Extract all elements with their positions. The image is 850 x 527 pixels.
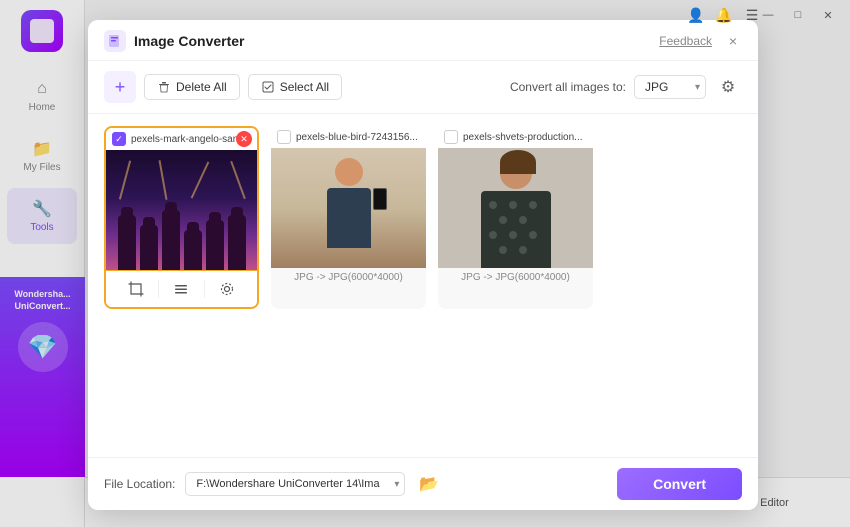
- concert-thumbnail: [106, 150, 257, 270]
- file-location-label: File Location:: [104, 477, 175, 491]
- add-image-button[interactable]: +: [104, 71, 136, 103]
- phone-thumbnail: [271, 148, 426, 268]
- polka-dot-10: [519, 246, 527, 254]
- light-beam-3: [191, 161, 210, 198]
- modal-feedback-close: Feedback ×: [659, 32, 742, 50]
- polka-dot-7: [509, 231, 517, 239]
- delete-all-button[interactable]: Delete All: [144, 74, 240, 100]
- image-card-2[interactable]: pexels-shvets-production...: [438, 126, 593, 309]
- convert-button[interactable]: Convert: [617, 468, 742, 500]
- modal-title: Image Converter: [134, 33, 244, 49]
- polka-thumbnail: [438, 148, 593, 268]
- modal-toolbar: + Delete All: [88, 61, 758, 114]
- figure-phone: [373, 188, 387, 210]
- modal-icon: [104, 30, 126, 52]
- select-all-button[interactable]: Select All: [248, 74, 342, 100]
- image-thumb-0: [106, 150, 257, 270]
- card-filename-2: pexels-shvets-production...: [463, 132, 587, 143]
- image-card-0[interactable]: ✓ pexels-mark-angelo-sam... ✕: [104, 126, 259, 309]
- feedback-link[interactable]: Feedback: [659, 34, 712, 48]
- polka-dot-6: [489, 231, 497, 239]
- select-all-label: Select All: [280, 80, 329, 94]
- polka-head: [500, 158, 532, 189]
- card-filename-1: pexels-blue-bird-7243156...: [296, 132, 420, 143]
- polka-dot-1: [489, 201, 497, 209]
- file-location-select-wrapper: F:\Wondershare UniConverter 14\Image Out…: [185, 472, 405, 496]
- figure-body: [327, 188, 371, 248]
- hand-4: [184, 230, 202, 270]
- settings-action-btn[interactable]: [205, 277, 249, 301]
- trash-icon: [157, 80, 171, 94]
- crop-action-btn[interactable]: [114, 277, 158, 301]
- polka-bg: [438, 148, 593, 268]
- images-grid: ✓ pexels-mark-angelo-sam... ✕: [88, 114, 758, 457]
- file-location-select[interactable]: F:\Wondershare UniConverter 14\Image Out…: [185, 472, 405, 496]
- modal-footer: File Location: F:\Wondershare UniConvert…: [88, 457, 758, 510]
- image-card-actions-0: [106, 270, 257, 307]
- card-checkbox-0[interactable]: ✓: [112, 132, 126, 146]
- image-card-header-0: ✓ pexels-mark-angelo-sam... ✕: [106, 128, 257, 150]
- convert-all-label: Convert all images to:: [510, 80, 626, 94]
- polka-dot-8: [529, 231, 537, 239]
- hand-6: [228, 215, 246, 270]
- polka-dot-5: [519, 216, 527, 224]
- modal-overlay: Image Converter Feedback × +: [0, 0, 850, 527]
- window-chrome: — □ ✕: [670, 0, 850, 30]
- concert-lights: [106, 160, 257, 200]
- polka-dot-2: [509, 201, 517, 209]
- app-close-button[interactable]: ✕: [814, 4, 842, 26]
- image-card-header-1: pexels-blue-bird-7243156...: [271, 126, 426, 148]
- format-select[interactable]: JPG PNG BMP TIFF WEBP: [634, 75, 706, 99]
- maximize-button[interactable]: □: [784, 4, 812, 26]
- folder-icon: 📂: [419, 474, 439, 494]
- image-thumb-2: [438, 148, 593, 268]
- figure-head: [335, 158, 363, 186]
- card-checkbox-2[interactable]: [444, 130, 458, 144]
- image-converter-modal: Image Converter Feedback × +: [88, 20, 758, 510]
- add-icon: +: [115, 77, 126, 98]
- phone-figure: [319, 158, 379, 258]
- minimize-button[interactable]: —: [754, 4, 782, 26]
- card-checkbox-1[interactable]: [277, 130, 291, 144]
- polka-dot-9: [499, 246, 507, 254]
- browse-folder-button[interactable]: 📂: [415, 470, 443, 498]
- polka-dots: [481, 191, 551, 268]
- settings-icon: ⚙: [721, 77, 735, 97]
- hand-3: [162, 210, 180, 270]
- polka-dot-4: [499, 216, 507, 224]
- modal-titlebar: Image Converter Feedback ×: [88, 20, 758, 61]
- light-beam-1: [119, 160, 131, 199]
- light-beam-4: [230, 161, 246, 199]
- image-card-info-1: JPG -> JPG(6000*4000): [271, 268, 426, 287]
- checkbox-check-0: ✓: [115, 134, 123, 145]
- polka-body: [481, 191, 551, 268]
- image-card-1[interactable]: pexels-blue-bird-7243156... JPG -> JPG(6…: [271, 126, 426, 309]
- polka-figure: [476, 158, 556, 268]
- light-beam-2: [158, 160, 167, 200]
- image-card-info-2: JPG -> JPG(6000*4000): [438, 268, 593, 287]
- menu-action-btn[interactable]: [159, 277, 203, 301]
- hand-5: [206, 220, 224, 270]
- card-close-0[interactable]: ✕: [236, 131, 252, 147]
- concert-hands: [106, 198, 257, 270]
- image-card-header-2: pexels-shvets-production...: [438, 126, 593, 148]
- polka-dot-3: [529, 201, 537, 209]
- modal-close-button[interactable]: ×: [724, 32, 742, 50]
- image-thumb-1: [271, 148, 426, 268]
- hand-1: [118, 215, 136, 270]
- format-select-wrapper: JPG PNG BMP TIFF WEBP ▾: [634, 75, 706, 99]
- select-icon: [261, 80, 275, 94]
- delete-all-label: Delete All: [176, 80, 227, 94]
- format-settings-button[interactable]: ⚙: [714, 73, 742, 101]
- card-filename-0: pexels-mark-angelo-sam...: [131, 134, 251, 145]
- hand-2: [140, 225, 158, 270]
- polka-hair: [500, 150, 536, 174]
